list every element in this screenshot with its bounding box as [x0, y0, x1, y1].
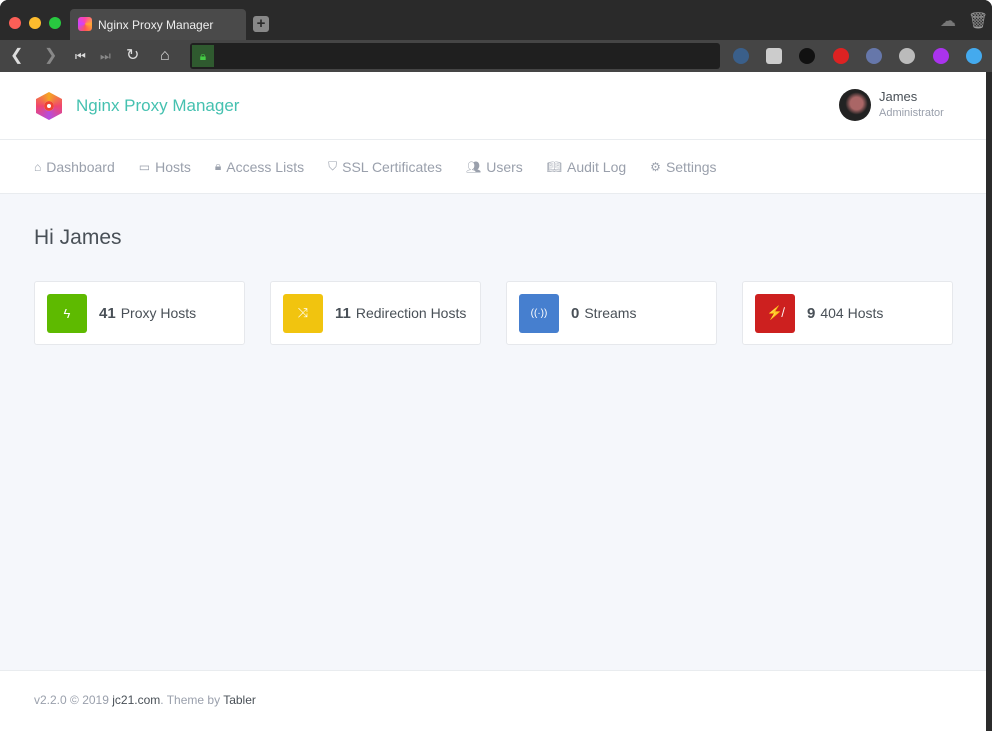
gear-icon: ⚙ — [650, 159, 661, 174]
page: Nginx Proxy Manager James Administrator ⌂… — [0, 72, 986, 731]
first-icon[interactable]: ⏮ — [75, 46, 86, 66]
card-label: Proxy Hosts — [120, 305, 197, 321]
users-icon: 👥︎ — [465, 159, 482, 174]
theme-link[interactable]: Tabler — [223, 693, 256, 707]
logo-icon — [36, 92, 62, 120]
nav-label: Settings — [665, 158, 717, 175]
adblock-icon[interactable] — [833, 48, 849, 64]
browser-window: Nginx Proxy Manager + ☁ 🗑︎ ❮ ❯ ⏮ ⏭ ↻ ⌂ 🔖… — [0, 0, 992, 731]
nav-label: Access Lists — [226, 158, 305, 175]
nav-access-lists[interactable]: 🔒︎ Access Lists — [215, 159, 304, 175]
nav-label: Users — [486, 158, 523, 175]
author-link[interactable]: jc21.com — [112, 693, 160, 707]
avatar — [839, 89, 871, 121]
footer-version: v2.2.0 © 2019 — [34, 693, 113, 707]
user-name: James — [879, 89, 918, 104]
card-proxy-hosts[interactable]: ϟ 41 Proxy Hosts — [34, 281, 245, 345]
extension-icon[interactable] — [799, 48, 815, 64]
shuffle-icon: ⤨ — [283, 293, 323, 333]
zap-icon: ϟ — [47, 293, 87, 333]
nav-dashboard[interactable]: ⌂ Dashboard — [34, 159, 115, 175]
nav-users[interactable]: 👥︎ Users — [466, 159, 523, 175]
tab-bar: Nginx Proxy Manager + ☁ 🗑︎ — [0, 0, 992, 40]
address-bar[interactable]: 🔒︎ — [190, 43, 720, 69]
nav-label: SSL Certificates — [342, 158, 442, 175]
radio-icon: ((·)) — [519, 293, 559, 333]
nav-hosts[interactable]: ▭ Hosts — [139, 159, 191, 175]
card-count: 41 — [99, 304, 116, 322]
card-count: 9 — [807, 304, 816, 322]
nav-audit-log[interactable]: 📖︎ Audit Log — [547, 159, 626, 175]
trash-icon[interactable]: 🗑︎ — [968, 12, 988, 32]
user-role: Administrator — [879, 107, 944, 119]
back-icon[interactable]: ❮ — [10, 46, 23, 66]
book-icon: 📖︎ — [546, 159, 562, 174]
lock-icon: 🔒︎ — [192, 45, 214, 67]
close-window-button[interactable] — [9, 17, 21, 29]
extension-icon[interactable] — [766, 48, 782, 64]
shield-icon: ⛉ — [328, 159, 338, 173]
new-tab-button[interactable]: + — [253, 16, 269, 32]
tab-title: Nginx Proxy Manager — [98, 17, 214, 32]
extension-icon[interactable] — [966, 48, 982, 64]
page-title: Hi James — [34, 226, 122, 249]
nav-settings[interactable]: ⚙ Settings — [650, 159, 716, 175]
card-redirection-hosts[interactable]: ⤨ 11 Redirection Hosts — [270, 281, 481, 345]
card-404-hosts[interactable]: ⚡̸ 9 404 Hosts — [742, 281, 953, 345]
card-count: 0 — [571, 304, 580, 322]
minimize-window-button[interactable] — [29, 17, 41, 29]
footer-text: . Theme by — [160, 693, 224, 707]
card-label: Redirection Hosts — [355, 305, 467, 321]
favicon-icon — [78, 17, 92, 31]
card-count: 11 — [335, 304, 351, 322]
home-icon: ⌂ — [34, 159, 42, 174]
nav-label: Dashboard — [46, 158, 115, 175]
main-nav: ⌂ Dashboard ▭ Hosts 🔒︎ Access Lists ⛉ SSL Ce… — [0, 140, 986, 194]
maximize-window-button[interactable] — [49, 17, 61, 29]
extension-icon[interactable] — [933, 48, 949, 64]
nav-ssl-certificates[interactable]: ⛉ SSL Certificates — [328, 159, 442, 175]
extension-icon[interactable] — [866, 48, 882, 64]
browser-tab[interactable]: Nginx Proxy Manager — [70, 9, 246, 40]
footer: v2.2.0 © 2019 jc21.com. Theme by Tabler — [0, 670, 986, 731]
react-icon[interactable] — [899, 48, 915, 64]
nav-label: Audit Log — [567, 158, 627, 175]
brand[interactable]: Nginx Proxy Manager — [36, 92, 239, 120]
stats-cards: ϟ 41 Proxy Hosts ⤨ 11 Redirection Hosts ((·)… — [34, 281, 953, 345]
last-icon[interactable]: ⏭ — [100, 46, 111, 66]
monitor-icon: ▭ — [138, 159, 151, 174]
home-icon[interactable]: ⌂ — [160, 46, 170, 66]
card-label: Streams — [584, 305, 637, 321]
app-name: Nginx Proxy Manager — [76, 96, 240, 115]
card-streams[interactable]: ((·)) 0 Streams — [506, 281, 717, 345]
app-header: Nginx Proxy Manager James Administrator — [0, 72, 986, 140]
cloud-icon[interactable]: ☁ — [940, 12, 956, 32]
forward-icon[interactable]: ❯ — [44, 46, 57, 66]
card-label: 404 Hosts — [820, 305, 884, 321]
lock-icon: 🔒︎ — [214, 159, 222, 173]
user-menu[interactable]: James Administrator — [839, 89, 944, 121]
reload-icon[interactable]: ↻ — [126, 46, 139, 66]
zap-off-icon: ⚡̸ — [755, 293, 795, 333]
nav-label: Hosts — [155, 158, 191, 175]
extension-icon[interactable] — [733, 48, 749, 64]
